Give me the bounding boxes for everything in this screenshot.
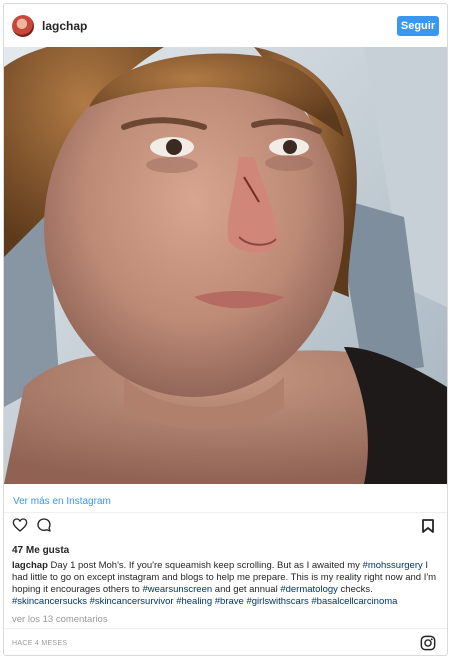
view-comments-link[interactable]: ver los 13 comentarios [12,614,108,625]
follow-button[interactable]: Seguir [397,16,439,36]
post-header: lagchap Seguir [4,4,447,48]
hashtag-link[interactable]: #dermatology [280,584,338,595]
hashtag-link[interactable]: #wearsunscreen [142,584,212,595]
post-timestamp[interactable]: HACE 4 MESES [12,640,67,647]
selfie-image [4,47,447,484]
bookmark-icon[interactable] [422,519,434,538]
username[interactable]: lagchap [42,19,87,33]
divider [4,628,447,629]
post-caption: lagchap Day 1 post Moh's. If you're sque… [12,560,442,608]
caption-text: and get annual [212,584,281,595]
post-photo[interactable] [4,47,447,484]
divider [4,512,447,513]
caption-username[interactable]: lagchap [12,560,48,571]
comment-icon[interactable] [36,517,52,538]
hashtag-link[interactable]: #mohssurgery [363,560,423,571]
view-more-on-instagram-link[interactable]: Ver más en Instagram [13,496,111,507]
instagram-logo-icon[interactable] [420,635,436,656]
likes-count[interactable]: 47 Me gusta [12,545,69,556]
caption-text: checks. [337,584,373,595]
heart-icon[interactable] [12,517,28,538]
hashtag-links[interactable]: #skincancersucks #skincancersurvivor #he… [12,596,397,607]
caption-text: Day 1 post Moh's. If you're squeamish ke… [47,560,363,571]
avatar[interactable] [12,15,34,37]
instagram-embed-card: lagchap Seguir Ver más en Instagram 47 M… [3,3,448,656]
